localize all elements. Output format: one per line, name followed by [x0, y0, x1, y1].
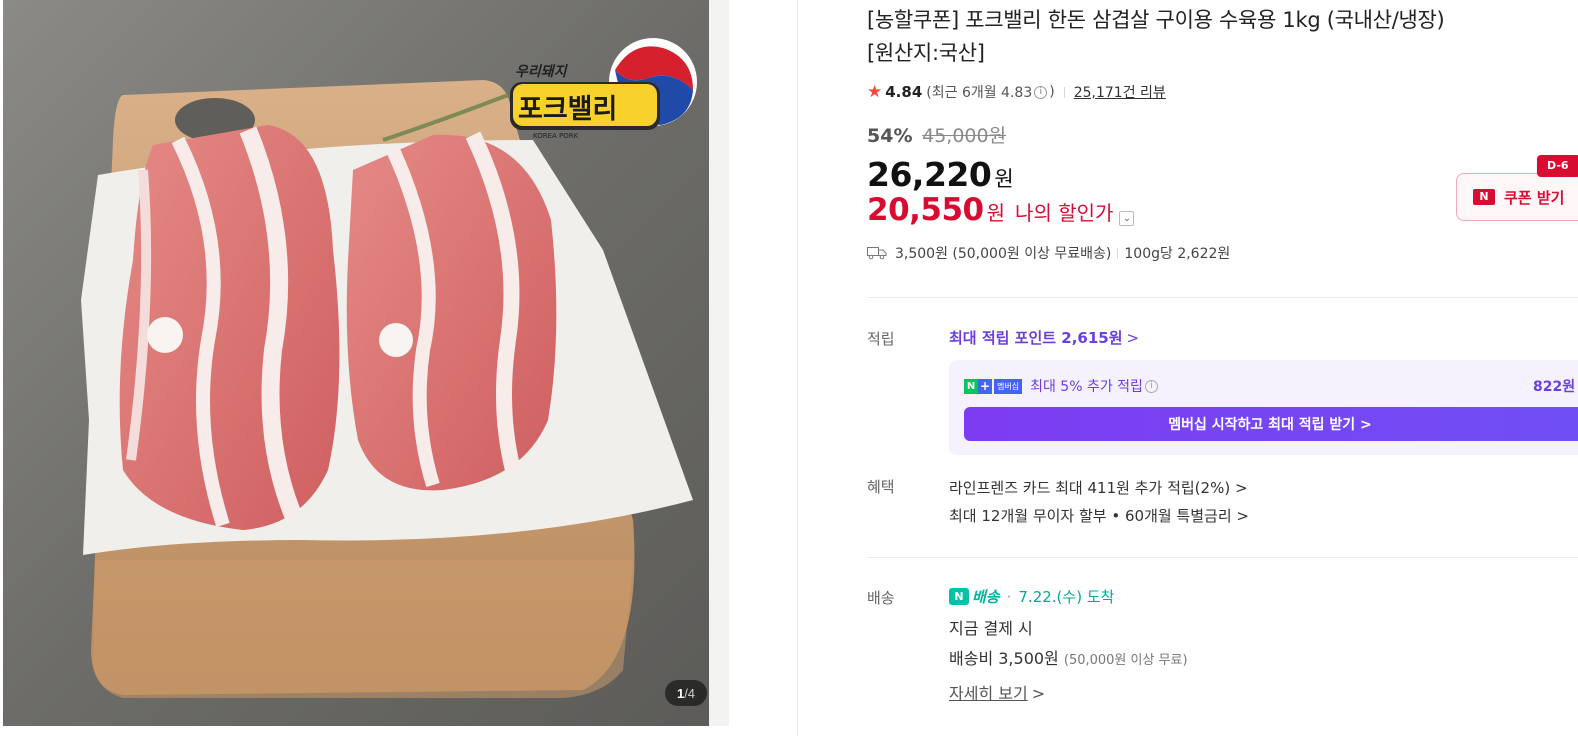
chevron-right-icon: >	[1031, 684, 1046, 703]
delivery-fee-amount: 배송비 3,500원	[949, 649, 1059, 668]
sale-price: 26,220 원	[867, 155, 1014, 194]
product-info-panel: [농할쿠폰] 포크밸리 한돈 삼겹살 구이용 수육용 1kg (국내산/냉장) …	[867, 0, 1578, 736]
recent-rating-suffix: )	[1049, 84, 1055, 100]
my-discount-price[interactable]: 20,550 원 나의 할인가 ⌄	[867, 192, 1135, 228]
section-divider	[867, 297, 1578, 298]
reviews-link[interactable]: 25,171건 리뷰	[1074, 82, 1166, 102]
separator	[1063, 86, 1065, 98]
membership-n: N	[964, 378, 978, 394]
my-price-unit: 원	[986, 201, 1006, 225]
image-counter: 1/4	[665, 680, 707, 706]
separator	[1117, 247, 1119, 259]
membership-cta-button[interactable]: 멤버십 시작하고 최대 적립 받기 >	[964, 407, 1578, 441]
npay-delivery-badge: N 배송	[949, 586, 1000, 607]
panel-divider	[797, 0, 798, 736]
max-points-text: 최대 적립 포인트 2,615원	[949, 329, 1123, 347]
section-divider	[867, 557, 1578, 558]
rating-score: 4.84	[885, 83, 923, 101]
sale-price-amount: 26,220	[867, 155, 992, 194]
info-icon[interactable]: i	[1144, 379, 1158, 393]
product-title: [농할쿠폰] 포크밸리 한돈 삼겹살 구이용 수육용 1kg (국내산/냉장) …	[867, 4, 1445, 70]
discount-percent: 54%	[867, 125, 913, 147]
logo-subtitle: KOREA PORK	[533, 132, 579, 140]
product-title-line2: [원산지:국산]	[867, 41, 985, 65]
delivery-label: 배송	[867, 589, 895, 607]
original-price: 45,000원	[922, 125, 1007, 147]
membership-plus: +	[978, 378, 992, 394]
delivery-fee: 배송비 3,500원 (50,000원 이상 무료)	[949, 645, 1188, 669]
my-price-label: 나의 할인가	[1015, 201, 1114, 225]
arrival-date: 7.22.(수) 도착	[1018, 588, 1115, 606]
installment-link[interactable]: 최대 12개월 무이자 할부 • 60개월 특별금리 >	[949, 505, 1249, 526]
membership-badge-text: 멤버십	[994, 378, 1023, 394]
naver-n-icon: N	[949, 588, 969, 605]
image-counter-total: /4	[684, 685, 696, 701]
discount-row: 54% 45,000원	[867, 121, 1006, 148]
naver-n-icon: N	[1473, 189, 1495, 205]
unit-price: 100g당 2,622원	[1124, 246, 1231, 262]
details-link[interactable]: 자세히 보기 >	[949, 680, 1045, 704]
membership-info: N + 멤버십 최대 5% 추가 적립 i	[964, 376, 1158, 396]
npay-delivery: N 배송 · 7.22.(수) 도착	[949, 586, 1114, 607]
max-points-link[interactable]: 최대 적립 포인트 2,615원 >	[949, 327, 1139, 348]
membership-text: 최대 5% 추가 적립	[1030, 379, 1143, 395]
naver-plus-membership-icon: N + 멤버십	[964, 378, 1023, 394]
sale-price-unit: 원	[994, 167, 1014, 191]
details-link-label: 자세히 보기	[949, 684, 1028, 703]
npay-delivery-label: 배송	[972, 588, 1000, 606]
logo-wordmark: 포크밸리	[518, 94, 617, 125]
points-label: 적립	[867, 330, 895, 348]
product-image-gallery[interactable]: 우리돼지 포크밸리 KOREA PORK 1/4	[3, 0, 729, 726]
product-photo: 우리돼지 포크밸리 KOREA PORK	[3, 0, 729, 726]
recent-rating-prefix: (최근 6개월 4.83	[926, 85, 1033, 101]
rating-row: ★ 4.84 (최근 6개월 4.83 i ) 25,171건 리뷰	[867, 81, 1166, 103]
image-counter-current: 1	[676, 685, 685, 701]
card-benefit-link[interactable]: 라인프렌즈 카드 최대 411원 추가 적립(2%) >	[949, 477, 1248, 498]
chevron-right-icon: >	[1126, 329, 1140, 347]
coupon-button[interactable]: N 쿠폰 받기	[1456, 173, 1578, 221]
shipping-fee: 3,500원 (50,000원 이상 무료배송)	[895, 246, 1112, 262]
product-title-line1: [농할쿠폰] 포크밸리 한돈 삼겹살 구이용 수육용 1kg (국내산/냉장)	[867, 8, 1445, 32]
star-icon: ★	[867, 82, 883, 102]
delivery-fee-note: (50,000원 이상 무료)	[1063, 653, 1188, 668]
separator: ·	[1006, 587, 1012, 606]
truck-icon	[867, 247, 887, 260]
membership-amount: 822원	[1533, 379, 1576, 395]
shipping-summary: 3,500원 (50,000원 이상 무료배송) 100g당 2,622원	[867, 243, 1230, 263]
membership-box: N + 멤버십 최대 5% 추가 적립 i 822원 멤버십 시작하고 최대 적…	[949, 360, 1578, 455]
logo-tagline: 우리돼지	[515, 64, 569, 80]
benefits-label: 혜택	[867, 478, 895, 496]
my-price-amount: 20,550	[867, 192, 984, 228]
dday-badge: D-6	[1537, 155, 1578, 177]
chevron-down-icon[interactable]: ⌄	[1119, 211, 1135, 226]
info-icon[interactable]: i	[1034, 85, 1048, 99]
payment-note: 지금 결제 시	[949, 619, 1033, 638]
coupon-button-label: 쿠폰 받기	[1504, 188, 1565, 207]
